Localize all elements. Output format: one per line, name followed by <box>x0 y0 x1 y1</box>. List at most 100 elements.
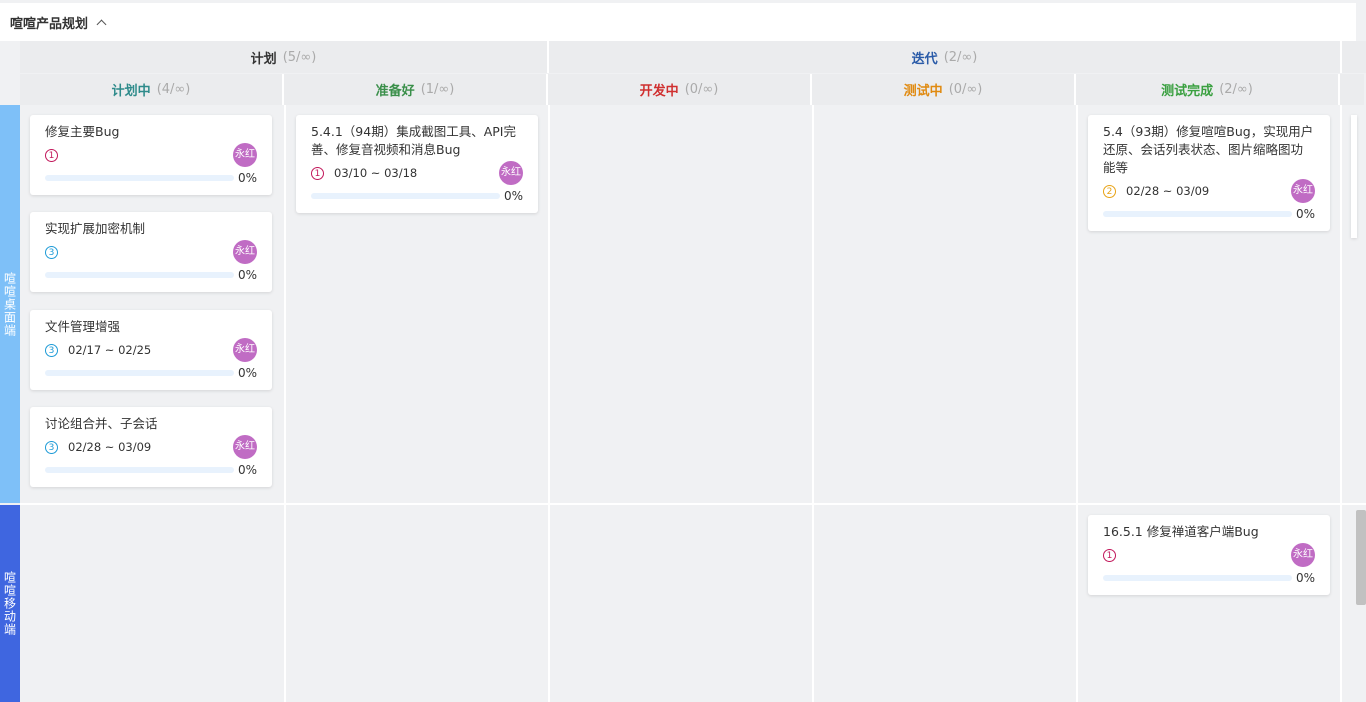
card-title: 讨论组合并、子会话 <box>45 416 158 431</box>
card-meta: 3 永红 <box>45 240 257 264</box>
progress-percent: 0% <box>237 366 257 380</box>
avatar[interactable]: 永红 <box>233 240 257 264</box>
card-title: 文件管理增强 <box>45 319 121 334</box>
card-date: 02/28 ~ 03/09 <box>68 440 152 454</box>
column-header-planning: 计划中 (4/∞) <box>20 74 284 105</box>
card-progress: 0% <box>45 459 257 481</box>
avatar[interactable]: 永红 <box>233 338 257 362</box>
card-meta: 1 03/10 ~ 03/18 永红 <box>311 161 523 185</box>
card-progress: 0% <box>45 167 257 189</box>
group-count: (5/∞) <box>282 49 317 65</box>
card[interactable]: 修复主要Bug 1 永红 0% <box>30 115 272 195</box>
column-header-row: 计划中 (4/∞) 准备好 (1/∞) 开发中 (0/∞) 测试中 (0/∞) 测试完成… <box>20 74 1364 105</box>
priority-badge: 3 <box>45 343 58 357</box>
card-progress: 0% <box>1103 203 1315 225</box>
card[interactable]: 16.5.1 修复禅道客户端Bug 1 永红 0% <box>1088 515 1330 595</box>
progress-bar <box>45 272 234 278</box>
progress-bar <box>45 175 234 181</box>
column-label: 开发中 <box>639 84 679 99</box>
board-title: 喧喧产品规划 <box>10 16 89 32</box>
card-meta: 1 永红 <box>45 143 257 167</box>
card-meta: 1 永红 <box>1103 543 1315 567</box>
column-header-overflow <box>1340 74 1364 105</box>
avatar[interactable]: 永红 <box>1291 543 1315 567</box>
priority-badge: 1 <box>311 166 324 180</box>
progress-percent: 0% <box>1295 207 1315 221</box>
card[interactable]: 5.4（93期）修复喧喧Bug，实现用户还原、会话列表状态、图片缩略图功能等 2… <box>1088 115 1330 231</box>
lane-label: 喧喧移动端 <box>2 571 17 636</box>
progress-bar <box>45 467 234 473</box>
column-count: (4/∞) <box>156 82 191 97</box>
column-header-ready: 准备好 (1/∞) <box>284 74 548 105</box>
column-header-tested: 测试完成 (2/∞) <box>1076 74 1340 105</box>
card-title: 实现扩展加密机制 <box>45 221 146 236</box>
vertical-scrollbar[interactable] <box>1356 510 1366 605</box>
board-header: 喧喧产品规划 <box>0 3 1356 41</box>
progress-percent: 0% <box>237 268 257 282</box>
group-header-plan: 计划 (5/∞) <box>20 41 549 73</box>
column-header-developing: 开发中 (0/∞) <box>548 74 812 105</box>
avatar[interactable]: 永红 <box>233 143 257 167</box>
column-count: (0/∞) <box>684 82 719 97</box>
lane-label: 喧喧桌面端 <box>2 271 17 337</box>
progress-bar <box>45 370 234 376</box>
card-title: 16.5.1 修复禅道客户端Bug <box>1103 524 1259 539</box>
group-label: 计划 <box>250 51 277 67</box>
avatar[interactable]: 永红 <box>1291 179 1315 203</box>
progress-percent: 0% <box>1295 571 1315 585</box>
column-label: 计划中 <box>111 84 151 99</box>
card-date: 02/28 ~ 03/09 <box>1126 184 1210 198</box>
column-header-testing: 测试中 (0/∞) <box>812 74 1076 105</box>
column-label: 准备好 <box>375 84 415 99</box>
card-date: 02/17 ~ 02/25 <box>68 343 152 357</box>
column-divider <box>1340 105 1342 702</box>
group-header-iteration: 迭代 (2/∞) <box>549 41 1342 73</box>
card-meta: 2 02/28 ~ 03/09 永红 <box>1103 179 1315 203</box>
card-progress: 0% <box>45 362 257 384</box>
progress-bar <box>1103 211 1292 217</box>
chevron-up-icon[interactable] <box>96 19 107 29</box>
card-title: 5.4.1（94期）集成截图工具、API完善、修复音视频和消息Bug <box>311 124 516 157</box>
card-date: 03/10 ~ 03/18 <box>334 166 418 180</box>
card-progress: 0% <box>311 185 523 207</box>
column-divider <box>1076 105 1078 702</box>
card-title: 5.4（93期）修复喧喧Bug，实现用户还原、会话列表状态、图片缩略图功能等 <box>1103 124 1314 175</box>
card-meta: 3 02/17 ~ 02/25 永红 <box>45 338 257 362</box>
card[interactable]: 实现扩展加密机制 3 永红 0% <box>30 212 272 292</box>
progress-bar <box>1103 575 1292 581</box>
column-count: (0/∞) <box>948 82 983 97</box>
card-partial[interactable] <box>1351 115 1357 238</box>
column-divider <box>548 105 550 702</box>
priority-badge: 3 <box>45 440 58 454</box>
lane-header-desktop: 喧喧桌面端 <box>0 105 20 503</box>
group-count: (2/∞) <box>943 49 978 65</box>
card-progress: 0% <box>45 264 257 286</box>
lane-header-mobile: 喧喧移动端 <box>0 505 20 702</box>
priority-badge: 1 <box>1103 548 1116 562</box>
column-divider <box>812 105 814 702</box>
group-header-row: 计划 (5/∞) 迭代 (2/∞) <box>20 41 1366 73</box>
progress-percent: 0% <box>503 189 523 203</box>
priority-badge: 2 <box>1103 184 1116 198</box>
progress-percent: 0% <box>237 171 257 185</box>
card[interactable]: 5.4.1（94期）集成截图工具、API完善、修复音视频和消息Bug 1 03/… <box>296 115 538 213</box>
column-label: 测试完成 <box>1161 84 1214 99</box>
column-count: (1/∞) <box>420 82 455 97</box>
card[interactable]: 讨论组合并、子会话 3 02/28 ~ 03/09 永红 0% <box>30 407 272 487</box>
column-count: (2/∞) <box>1219 82 1253 97</box>
card-meta: 3 02/28 ~ 03/09 永红 <box>45 435 257 459</box>
progress-bar <box>311 193 500 199</box>
column-divider <box>284 105 286 702</box>
card[interactable]: 文件管理增强 3 02/17 ~ 02/25 永红 0% <box>30 310 272 390</box>
progress-percent: 0% <box>237 463 257 477</box>
priority-badge: 1 <box>45 148 58 162</box>
priority-badge: 3 <box>45 245 58 259</box>
avatar[interactable]: 永红 <box>233 435 257 459</box>
column-label: 测试中 <box>903 84 943 99</box>
lane-divider <box>20 503 1366 505</box>
avatar[interactable]: 永红 <box>499 161 523 185</box>
group-header-overflow <box>1342 41 1366 73</box>
group-label: 迭代 <box>911 51 938 67</box>
card-title: 修复主要Bug <box>45 124 120 139</box>
card-progress: 0% <box>1103 567 1315 589</box>
